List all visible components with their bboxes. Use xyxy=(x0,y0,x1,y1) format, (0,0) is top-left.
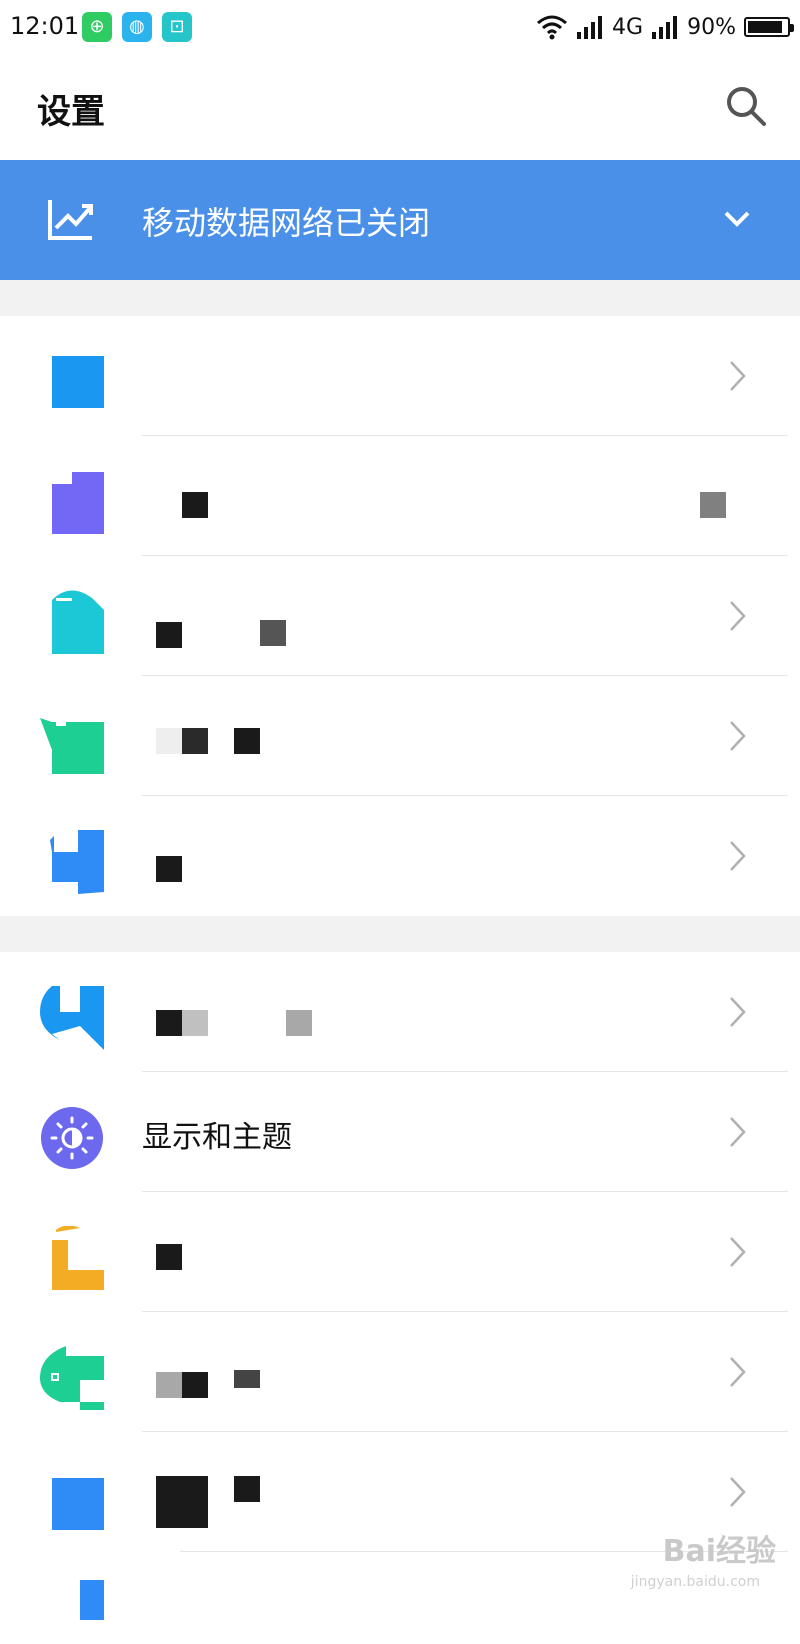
blue-app-icon-2 xyxy=(40,986,104,1050)
row-label-display-theme: 显示和主题 xyxy=(142,1120,292,1155)
settings-row-2[interactable] xyxy=(0,436,800,556)
wifi-icon xyxy=(537,15,568,40)
teal-app-icon xyxy=(52,590,104,654)
redacted-text xyxy=(260,620,286,646)
chevron-right-icon xyxy=(730,1477,746,1507)
section-gap xyxy=(0,916,800,952)
chevron-down-icon[interactable] xyxy=(722,204,752,234)
banner-text: 移动数据网络已关闭 xyxy=(142,204,431,242)
settings-row-6[interactable] xyxy=(0,952,800,1072)
redacted-text xyxy=(182,1372,208,1398)
battery-fill xyxy=(748,21,783,33)
basketball-icon: ◍ xyxy=(122,12,152,42)
blue-app-icon-3 xyxy=(80,1580,104,1620)
battery-percent: 90% xyxy=(687,14,736,40)
yellow-app-icon xyxy=(52,1226,104,1290)
redacted-text xyxy=(182,728,208,754)
redacted-text xyxy=(234,1370,260,1388)
green-app-icon xyxy=(40,718,104,774)
green-app-icon-2 xyxy=(40,1346,104,1410)
redacted-text xyxy=(182,492,208,518)
settings-row-8[interactable] xyxy=(0,1192,800,1312)
chevron-right-icon xyxy=(730,601,746,631)
settings-row-3[interactable] xyxy=(0,556,800,676)
redacted-text xyxy=(182,1010,208,1036)
redacted-value xyxy=(700,492,726,518)
chevron-right-icon xyxy=(730,721,746,751)
header: 设置 xyxy=(0,54,800,160)
blue-app-icon xyxy=(50,830,104,894)
settings-row-5[interactable] xyxy=(0,796,800,916)
settings-row-display-theme[interactable]: 显示和主题 xyxy=(0,1072,800,1192)
purple-app-icon xyxy=(52,472,104,534)
network-type: 4G xyxy=(612,14,644,40)
page-title: 设置 xyxy=(37,92,105,132)
square-icon xyxy=(52,356,104,408)
redacted-text xyxy=(156,1244,182,1270)
section-gap xyxy=(0,280,800,316)
chevron-right-icon xyxy=(730,361,746,391)
display-theme-icon xyxy=(41,1107,103,1169)
signal-icon-2 xyxy=(652,16,678,39)
app-notification-icon: ⊕ xyxy=(82,12,112,42)
search-icon[interactable] xyxy=(724,84,768,128)
redacted-text xyxy=(286,1010,312,1036)
mobile-data-banner[interactable]: 移动数据网络已关闭 xyxy=(0,160,800,280)
scan-icon: ⊡ xyxy=(162,12,192,42)
blue-square-icon xyxy=(52,1478,104,1530)
settings-row-1[interactable] xyxy=(0,316,800,436)
chevron-right-icon xyxy=(730,1237,746,1267)
watermark-url: jingyan.baidu.com xyxy=(630,1574,760,1590)
chevron-right-icon xyxy=(730,841,746,871)
chevron-right-icon xyxy=(730,1117,746,1147)
redacted-text xyxy=(234,728,260,754)
watermark-logo: Bai经验 xyxy=(662,1534,776,1569)
redacted-text xyxy=(156,856,182,882)
trend-chart-icon xyxy=(48,200,93,240)
status-bar: 12:01 ⊕ ◍ ⊡ 4G 90% xyxy=(0,0,800,54)
settings-row-4[interactable] xyxy=(0,676,800,796)
status-time: 12:01 xyxy=(10,12,80,40)
redacted-text xyxy=(156,1010,182,1036)
chevron-right-icon xyxy=(730,997,746,1027)
battery-icon xyxy=(744,17,794,37)
battery-tip xyxy=(790,24,794,32)
redacted-text xyxy=(156,1476,208,1528)
redacted-text xyxy=(156,1372,182,1398)
status-indicators: 4G 90% xyxy=(536,12,794,42)
redacted-text xyxy=(234,1476,260,1502)
chevron-right-icon xyxy=(730,1357,746,1387)
redacted-text xyxy=(156,622,182,648)
settings-row-9[interactable] xyxy=(0,1312,800,1432)
redacted-text xyxy=(156,728,182,754)
signal-icon-1 xyxy=(577,16,603,39)
